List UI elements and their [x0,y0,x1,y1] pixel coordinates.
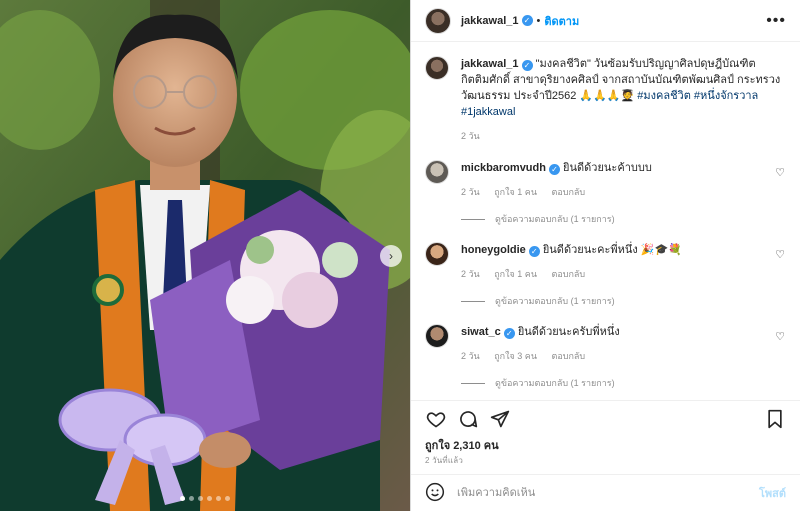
view-replies-label: ดูข้อความตอบกลับ (1 รายการ) [495,378,615,388]
carousel-indicator [0,496,410,501]
comment-item: honeygoldie ✓ ยินดีด้วยนะคะพี่หนึ่ง 🎉🎓💐 2… [425,242,786,282]
comment-time[interactable]: 2 วัน [461,269,480,279]
reply-button[interactable]: ตอบกลับ [552,269,586,279]
carousel-dot [225,496,230,501]
post-photo[interactable]: › [0,0,410,511]
carousel-dot [189,496,194,501]
action-bar [411,400,800,436]
next-slide-button[interactable]: › [380,244,402,267]
emoji-icon[interactable] [425,482,445,505]
comment-likes[interactable]: ถูกใจ 1 คน [494,187,537,197]
comments-list[interactable]: jakkawal_1 ✓ "มงคลชีวิต" วันซ้อมรับปริญญา… [411,42,800,400]
post-dialog: › jakkawal_1 ✓ • ติดตาม ••• jakkawal_1✓ [0,0,800,511]
comment-input[interactable] [457,487,759,499]
comment-item: mickbaromvudh ✓ ยินดีด้วยนะค้าบบบ 2 วัน ถ… [425,160,786,200]
share-icon[interactable] [489,408,511,430]
comment-time[interactable]: 2 วัน [461,187,480,197]
comment-time[interactable]: 2 วัน [461,351,480,361]
author-username[interactable]: jakkawal_1 [461,15,519,27]
comment-icon[interactable] [457,408,479,430]
divider [461,300,485,302]
comment-item: siwat_c ✓ ยินดีด้วยนะครับพี่หนึ่ง 2 วัน ถ… [425,324,786,364]
comment-text: ยินดีด้วยนะค้าบบบ [563,162,652,174]
verified-badge-icon: ✓ [521,60,533,71]
more-horizontal-icon[interactable]: ••• [766,12,786,30]
bookmark-icon[interactable] [764,408,786,430]
posted-time[interactable]: 2 วันที่แล้ว [411,454,800,474]
commenter-avatar[interactable] [425,324,449,348]
separator: • [536,14,541,27]
add-comment-bar: โพสต์ [411,474,800,511]
comment-like-heart-icon[interactable]: ♡ [774,330,786,343]
likes-count[interactable]: ถูกใจ 2,310 คน [411,436,800,454]
comment-text: ยินดีด้วยนะคะพี่หนึ่ง 🎉🎓💐 [542,244,682,256]
author-avatar[interactable] [425,7,451,34]
commenter-avatar[interactable] [425,160,449,184]
divider [461,382,485,384]
caption-avatar[interactable] [425,56,449,80]
view-replies-button[interactable]: ดูข้อความตอบกลับ (1 รายการ) [461,212,786,226]
graduation-photo [0,0,410,511]
reply-button[interactable]: ตอบกลับ [552,351,586,361]
heart-icon[interactable] [425,408,447,430]
carousel-dot [180,496,185,501]
verified-badge-icon: ✓ [521,15,533,26]
comment-likes[interactable]: ถูกใจ 3 คน [494,351,537,361]
carousel-dot [207,496,212,501]
comment-like-heart-icon[interactable]: ♡ [774,166,786,179]
verified-badge-icon: ✓ [503,328,515,339]
view-replies-button[interactable]: ดูข้อความตอบกลับ (1 รายการ) [461,376,786,390]
commenter-username[interactable]: honeygoldie [461,244,526,256]
chevron-right-icon: › [389,248,393,263]
reply-button[interactable]: ตอบกลับ [552,187,586,197]
comment-likes[interactable]: ถูกใจ 1 คน [494,269,537,279]
caption-time[interactable]: 2 วัน [461,131,480,141]
carousel-dot [216,496,221,501]
commenter-username[interactable]: mickbaromvudh [461,162,546,174]
comment-text: ยินดีด้วยนะครับพี่หนึ่ง [517,326,620,338]
view-replies-label: ดูข้อความตอบกลับ (1 รายการ) [495,214,615,224]
post-comment-button[interactable]: โพสต์ [759,484,786,502]
post-header: jakkawal_1 ✓ • ติดตาม ••• [411,0,800,42]
follow-button[interactable]: ติดตาม [544,12,579,30]
verified-badge-icon: ✓ [548,164,560,175]
commenter-avatar[interactable] [425,242,449,266]
view-replies-button[interactable]: ดูข้อความตอบกลับ (1 รายการ) [461,294,786,308]
comment-like-heart-icon[interactable]: ♡ [774,248,786,261]
verified-badge-icon: ✓ [528,246,540,257]
divider [461,218,485,220]
view-replies-label: ดูข้อความตอบกลับ (1 รายการ) [495,296,615,306]
caption-username[interactable]: jakkawal_1 [461,58,519,70]
post-side-panel: jakkawal_1 ✓ • ติดตาม ••• jakkawal_1 ✓ "ม… [410,0,800,511]
caption: jakkawal_1 ✓ "มงคลชีวิต" วันซ้อมรับปริญญา… [425,56,786,144]
carousel-dot [198,496,203,501]
commenter-username[interactable]: siwat_c [461,326,501,338]
